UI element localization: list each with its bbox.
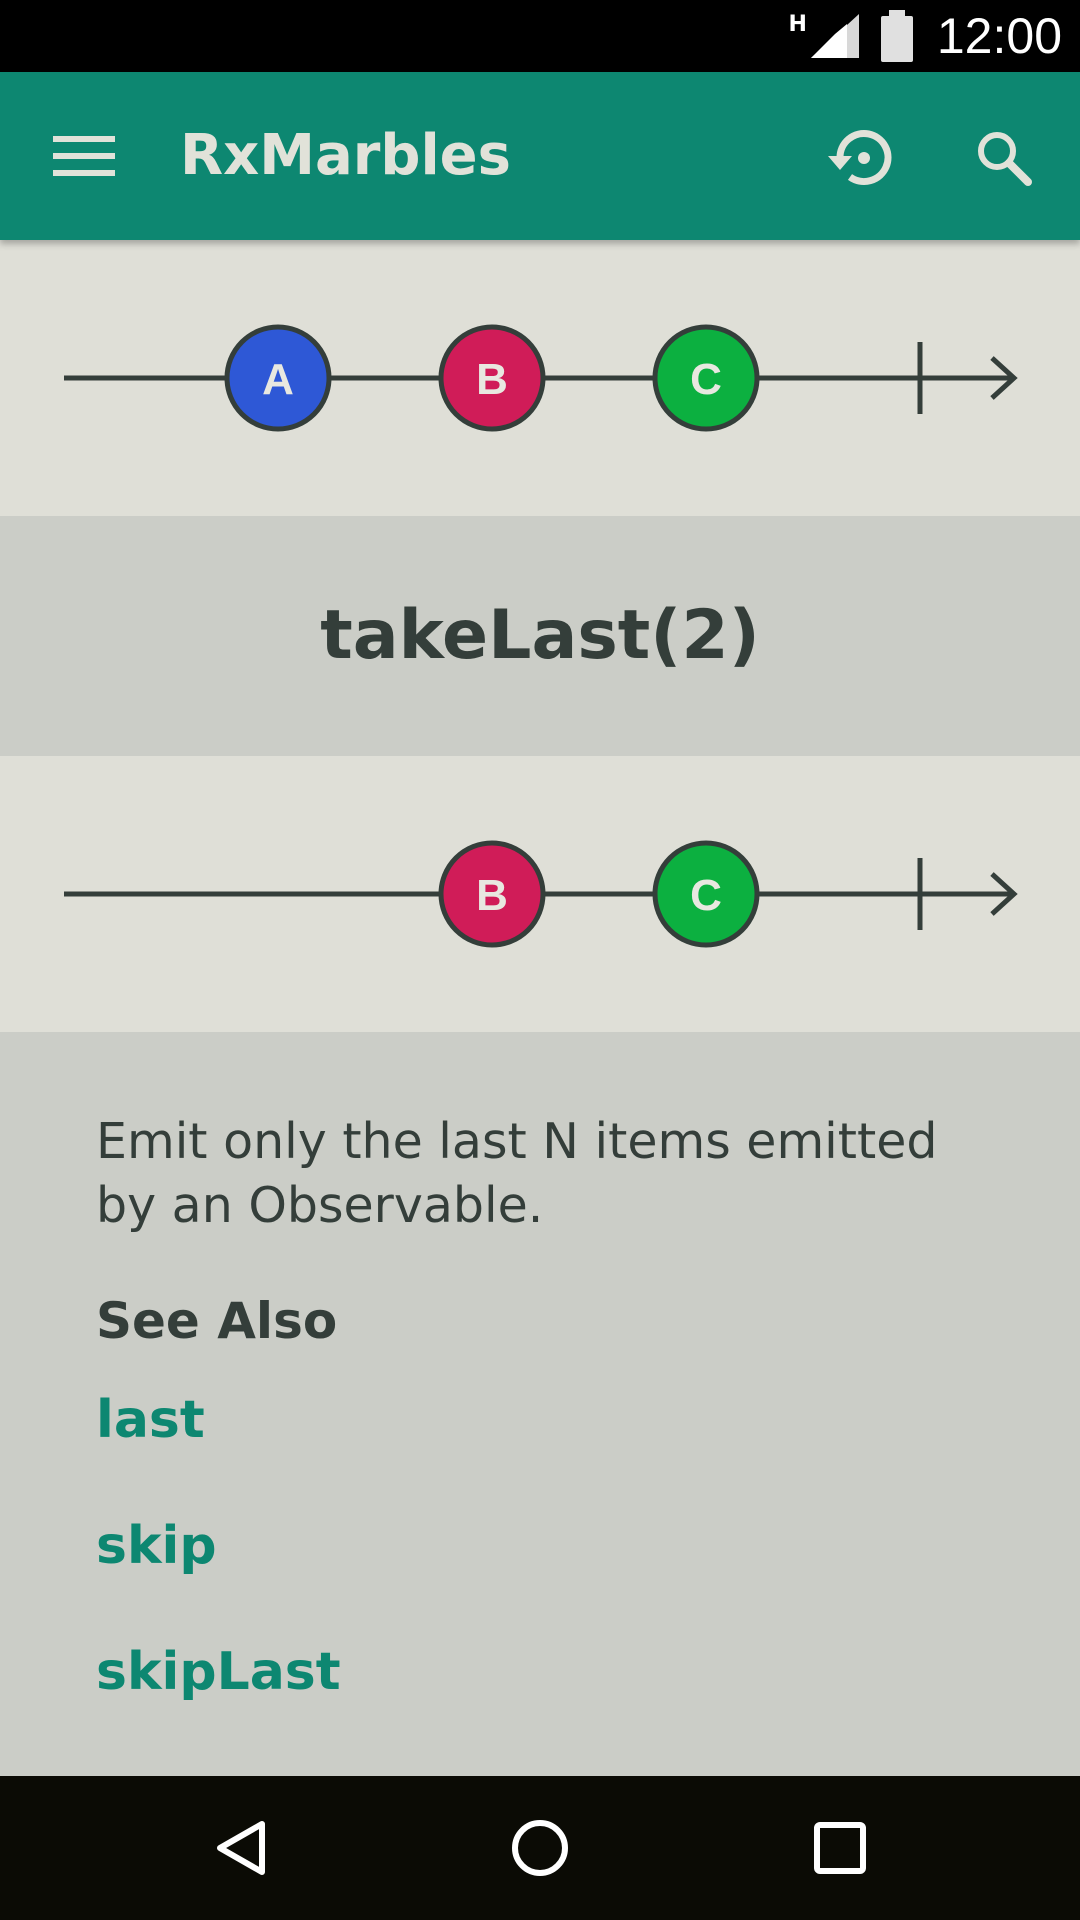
home-icon xyxy=(512,1820,568,1876)
see-also-link-skip[interactable]: skip xyxy=(96,1516,217,1576)
status-time: 12:00 xyxy=(936,8,1062,64)
see-also-link-skiplast[interactable]: skipLast xyxy=(96,1642,341,1702)
menu-icon xyxy=(53,136,115,176)
back-button[interactable] xyxy=(190,1798,290,1898)
home-button[interactable] xyxy=(490,1798,590,1898)
status-bar: H 12:00 xyxy=(0,0,1080,72)
see-also-heading: See Also xyxy=(96,1292,338,1350)
search-button[interactable] xyxy=(962,116,1046,200)
output-timeline: B C xyxy=(64,840,1018,948)
recents-button[interactable] xyxy=(790,1798,890,1898)
description-panel: Emit only the last N items emitted by an… xyxy=(0,1032,1080,1776)
signal-icon xyxy=(810,14,859,58)
input-marble-a[interactable]: A xyxy=(224,324,332,432)
battery-icon xyxy=(880,10,913,62)
operator-description: Emit only the last N items emitted by an… xyxy=(96,1113,938,1234)
search-icon xyxy=(978,132,1032,186)
history-button[interactable] xyxy=(818,116,902,200)
operator-panel: takeLast(2) xyxy=(0,516,1080,756)
see-also-link-last[interactable]: last xyxy=(96,1390,205,1450)
input-marble-a-label: A xyxy=(262,355,294,404)
output-marble-b-label: B xyxy=(476,871,508,920)
output-marble-c-label: C xyxy=(690,871,722,920)
output-stream-panel: B C xyxy=(0,756,1080,1032)
app-title: RxMarbles xyxy=(180,123,511,188)
history-icon xyxy=(828,130,892,185)
output-marble-b: B xyxy=(438,840,546,948)
recents-icon xyxy=(814,1822,866,1874)
operator-title: takeLast(2) xyxy=(320,596,760,675)
input-marble-b-label: B xyxy=(476,355,508,404)
status-icons: H 12:00 xyxy=(788,0,1080,72)
output-marble-c: C xyxy=(652,840,760,948)
input-marble-c-label: C xyxy=(690,355,722,404)
input-timeline: A B C xyxy=(64,324,1018,432)
menu-button[interactable] xyxy=(40,116,128,196)
network-type-label: H xyxy=(788,12,807,37)
input-marble-c[interactable]: C xyxy=(652,324,760,432)
input-stream-panel: A B C xyxy=(0,240,1080,516)
input-marble-b[interactable]: B xyxy=(438,324,546,432)
app-bar: RxMarbles xyxy=(0,72,1080,240)
navigation-bar xyxy=(0,1776,1080,1920)
back-icon xyxy=(217,1821,265,1875)
